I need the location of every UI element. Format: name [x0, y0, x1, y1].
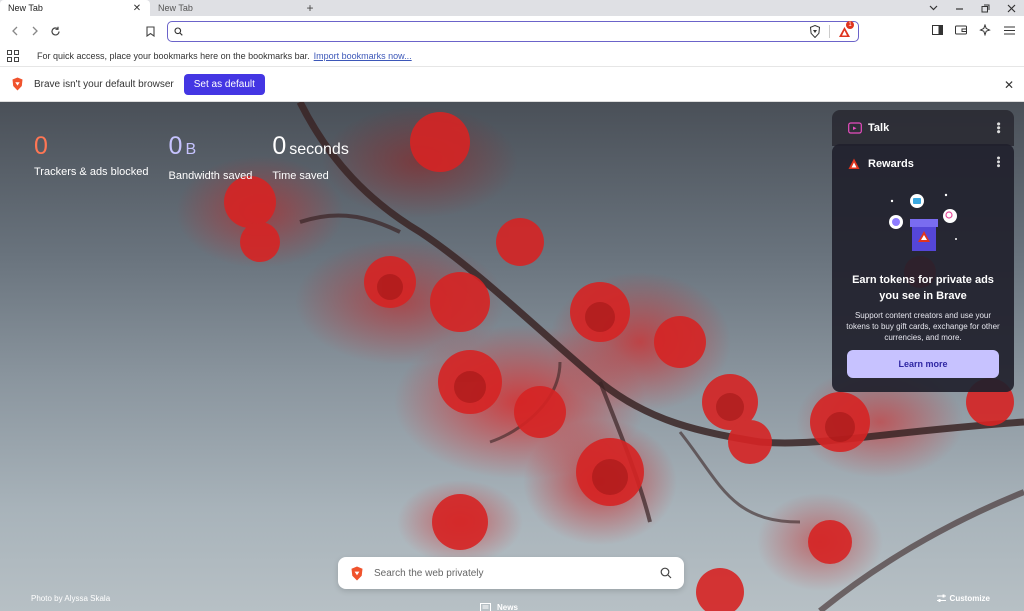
news-button[interactable]: News	[480, 603, 518, 611]
rewards-badge: 1	[846, 20, 854, 29]
wallet-icon[interactable]	[954, 23, 968, 37]
news-icon	[480, 603, 491, 611]
brave-lion-icon	[351, 566, 363, 580]
forward-arrow-icon	[32, 26, 38, 36]
address-input[interactable]	[189, 26, 807, 37]
trackers-label: Trackers & ads blocked	[34, 166, 149, 178]
chevron-down-icon[interactable]	[926, 1, 940, 15]
ntp-search-input[interactable]	[374, 567, 660, 579]
learn-more-button[interactable]: Learn more	[847, 350, 999, 378]
talk-widget[interactable]: Talk •••	[832, 110, 1014, 146]
back-button[interactable]	[6, 22, 24, 40]
trackers-count: 0	[34, 132, 48, 160]
restore-icon[interactable]	[978, 1, 992, 15]
close-icon[interactable]: ✕	[132, 3, 142, 14]
photo-credit: Photo by Alyssa Skala	[31, 594, 111, 603]
privacy-stats: 0 Trackers & ads blocked 0B Bandwidth sa…	[34, 132, 349, 182]
brave-rewards-button[interactable]: 1	[836, 20, 854, 40]
brave-lion-icon	[809, 25, 821, 38]
brave-lion-icon	[12, 77, 23, 91]
forward-button[interactable]	[26, 22, 44, 40]
window-controls	[926, 1, 1018, 15]
set-as-default-button[interactable]: Set as default	[183, 73, 265, 95]
tab-strip: New Tab ✕ New Tab +	[0, 0, 1024, 16]
tab-title: New Tab	[8, 3, 43, 13]
rewards-header: Rewards	[848, 158, 914, 170]
time-unit: seconds	[289, 141, 349, 158]
stat-bandwidth: 0B Bandwidth saved	[169, 132, 253, 182]
rewards-gift-illustration	[889, 193, 957, 251]
default-browser-infobar: Brave isn't your default browser Set as …	[0, 66, 1024, 102]
reload-icon	[50, 26, 60, 36]
address-bar[interactable]: 1	[167, 20, 859, 42]
more-options-icon[interactable]: •••	[992, 156, 1004, 168]
time-label: Time saved	[272, 170, 329, 182]
time-value: 0 seconds	[272, 132, 349, 164]
nav-buttons	[6, 22, 64, 40]
stat-time: 0 seconds Time saved	[272, 132, 349, 182]
new-tab-button[interactable]: +	[302, 0, 318, 16]
customize-button[interactable]: Customize	[936, 594, 990, 603]
tab-new-tab[interactable]: New Tab	[150, 0, 300, 16]
more-options-icon[interactable]: •••	[992, 122, 1004, 134]
bookmarks-bar: For quick access, place your bookmarks h…	[0, 46, 1024, 66]
toolbar-actions	[930, 23, 1016, 37]
stat-trackers: 0 Trackers & ads blocked	[34, 132, 149, 182]
ntp-search-box[interactable]	[338, 557, 684, 589]
toolbar: 1	[0, 16, 1024, 46]
rewards-widget: Rewards ••• Earn tokens for private ads …	[832, 144, 1014, 392]
separator	[829, 25, 830, 38]
rewards-heading: Earn tokens for private ads you see in B…	[852, 274, 994, 302]
rewards-title: Rewards	[868, 158, 914, 170]
tab-new-tab-active[interactable]: New Tab ✕	[0, 0, 150, 16]
apps-grid-icon[interactable]	[7, 50, 19, 62]
customize-label: Customize	[949, 594, 990, 603]
search-icon	[174, 27, 183, 36]
minimize-icon[interactable]	[952, 1, 966, 15]
sliders-icon	[936, 594, 946, 602]
bookmarks-hint-text: For quick access, place your bookmarks h…	[37, 51, 310, 61]
infobar-message: Brave isn't your default browser	[34, 78, 174, 90]
rewards-description: Support content creators and use your to…	[846, 311, 1000, 342]
close-window-icon[interactable]	[1004, 1, 1018, 15]
new-tab-page: 0 Trackers & ads blocked 0B Bandwidth sa…	[0, 102, 1024, 611]
search-icon[interactable]	[660, 567, 672, 579]
tab-title: New Tab	[158, 3, 193, 13]
news-label: News	[497, 603, 518, 611]
time-number: 0	[272, 132, 287, 160]
bandwidth-number: 0	[168, 132, 183, 160]
reload-button[interactable]	[46, 22, 64, 40]
import-bookmarks-link[interactable]: Import bookmarks now...	[314, 51, 412, 61]
bandwidth-unit: B	[185, 141, 197, 158]
bandwidth-label: Bandwidth saved	[168, 170, 253, 182]
back-arrow-icon	[12, 26, 18, 36]
bandwidth-value: 0B	[169, 132, 253, 164]
leo-ai-icon[interactable]	[978, 23, 992, 37]
video-camera-icon	[848, 122, 862, 134]
menu-icon[interactable]	[1002, 23, 1016, 37]
close-icon[interactable]: ✕	[1004, 78, 1014, 92]
sidebar-toggle-icon[interactable]	[930, 23, 944, 37]
brave-shields-button[interactable]	[807, 24, 823, 40]
bat-triangle-icon	[848, 158, 860, 169]
talk-title: Talk	[868, 122, 890, 134]
bookmark-icon[interactable]	[142, 23, 158, 39]
